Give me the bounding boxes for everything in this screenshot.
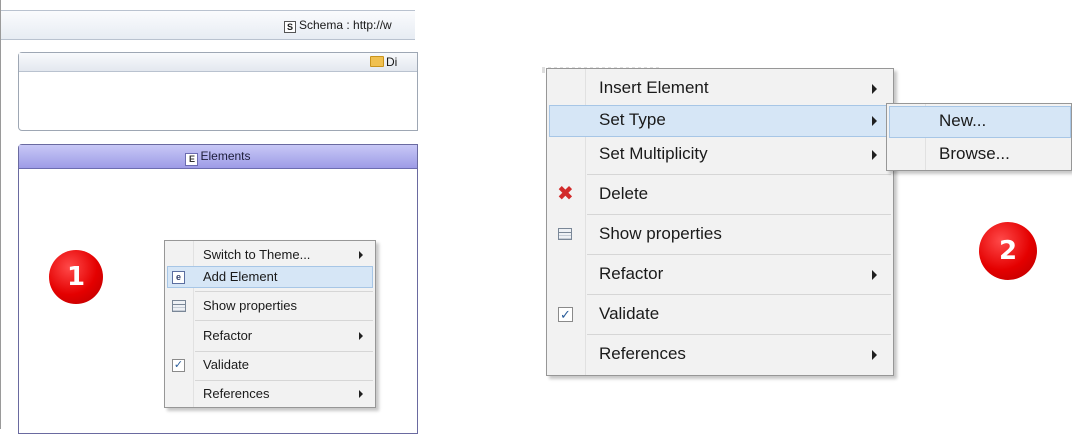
- menu-separator: [195, 291, 373, 292]
- delete-x-icon: ✖: [557, 183, 574, 205]
- submenu-arrow-icon: [872, 150, 877, 160]
- menu-separator: [587, 174, 891, 175]
- menu-item-references[interactable]: References: [549, 339, 891, 371]
- menu-item-references[interactable]: References: [167, 383, 373, 405]
- menu-item-refactor[interactable]: Refactor: [167, 325, 373, 347]
- menu-item-show-properties[interactable]: Show properties: [549, 219, 891, 251]
- menu-item-label: Set Type: [599, 110, 666, 129]
- submenu-arrow-icon: [359, 390, 363, 398]
- menu-item-show-properties[interactable]: Show properties: [167, 295, 373, 317]
- element-icon: e: [172, 271, 185, 284]
- menu-separator: [587, 334, 891, 335]
- menu-item-add-element[interactable]: e Add Element: [167, 266, 373, 288]
- directives-label: Di: [386, 55, 398, 69]
- schema-title-bar: S Schema : http://w: [1, 10, 415, 40]
- folder-icon: [370, 56, 384, 67]
- directives-panel-header[interactable]: Di: [19, 53, 417, 72]
- menu-item-set-type[interactable]: Set Type: [549, 105, 891, 137]
- menu-item-label: Show properties: [203, 298, 297, 313]
- menu-item-label: Delete: [599, 184, 649, 203]
- checkbox-icon: ✓: [558, 307, 573, 322]
- submenu-set-type: New... Browse...: [886, 103, 1072, 171]
- menu-item-label: Refactor: [203, 328, 253, 343]
- menu-item-label: Switch to Theme...: [203, 247, 311, 262]
- menu-item-label: References: [203, 386, 270, 401]
- menu-item-browse[interactable]: Browse...: [889, 139, 1071, 171]
- menu-item-label: Insert Element: [599, 78, 709, 97]
- schema-icon: S: [284, 21, 296, 33]
- checkbox-icon: ✓: [172, 359, 185, 372]
- menu-item-label: Browse...: [939, 144, 1010, 163]
- menu-item-label: References: [599, 344, 686, 363]
- menu-item-validate[interactable]: ✓ Validate: [167, 354, 373, 376]
- submenu-arrow-icon: [872, 270, 877, 280]
- menu-item-label: Show properties: [599, 224, 722, 243]
- element-icon: E: [185, 153, 199, 166]
- menu-item-label: New...: [939, 111, 987, 130]
- menu-separator: [195, 351, 373, 352]
- menu-item-refactor[interactable]: Refactor: [549, 259, 891, 291]
- schema-label: Schema : http://w: [299, 18, 392, 32]
- submenu-arrow-icon: [872, 350, 877, 360]
- menu-item-label: Refactor: [599, 264, 664, 283]
- step-badge-1: 1: [49, 250, 103, 304]
- properties-icon: [558, 228, 572, 240]
- submenu-arrow-icon: [359, 332, 363, 340]
- context-menu-large: Insert Element Set Type Set Multiplicity…: [546, 68, 894, 376]
- menu-item-delete[interactable]: ✖ Delete: [549, 179, 891, 211]
- menu-separator: [195, 380, 373, 381]
- submenu-arrow-icon: [872, 116, 877, 126]
- menu-item-insert-element[interactable]: Insert Element: [549, 73, 891, 105]
- menu-separator: [587, 294, 891, 295]
- menu-item-label: Add Element: [203, 269, 278, 284]
- menu-separator: [587, 254, 891, 255]
- menu-item-label: Set Multiplicity: [599, 144, 708, 163]
- menu-item-label: Validate: [599, 304, 660, 323]
- menu-separator: [587, 214, 891, 215]
- menu-item-switch-to-theme[interactable]: Switch to Theme...: [167, 244, 373, 266]
- menu-item-label: Validate: [203, 357, 250, 372]
- menu-item-new[interactable]: New...: [889, 106, 1071, 138]
- menu-separator: [195, 320, 373, 321]
- elements-label: Elements: [200, 149, 251, 163]
- elements-panel-header[interactable]: E Elements: [19, 145, 417, 169]
- context-menu-small: Switch to Theme... e Add Element Show pr…: [164, 240, 376, 408]
- submenu-arrow-icon: [359, 251, 363, 259]
- menu-item-validate[interactable]: ✓ Validate: [549, 299, 891, 331]
- step-badge-2: 2: [979, 222, 1037, 280]
- properties-icon: [172, 300, 186, 312]
- submenu-arrow-icon: [872, 84, 877, 94]
- menu-item-set-multiplicity[interactable]: Set Multiplicity: [549, 139, 891, 171]
- directives-panel: Di: [18, 52, 418, 131]
